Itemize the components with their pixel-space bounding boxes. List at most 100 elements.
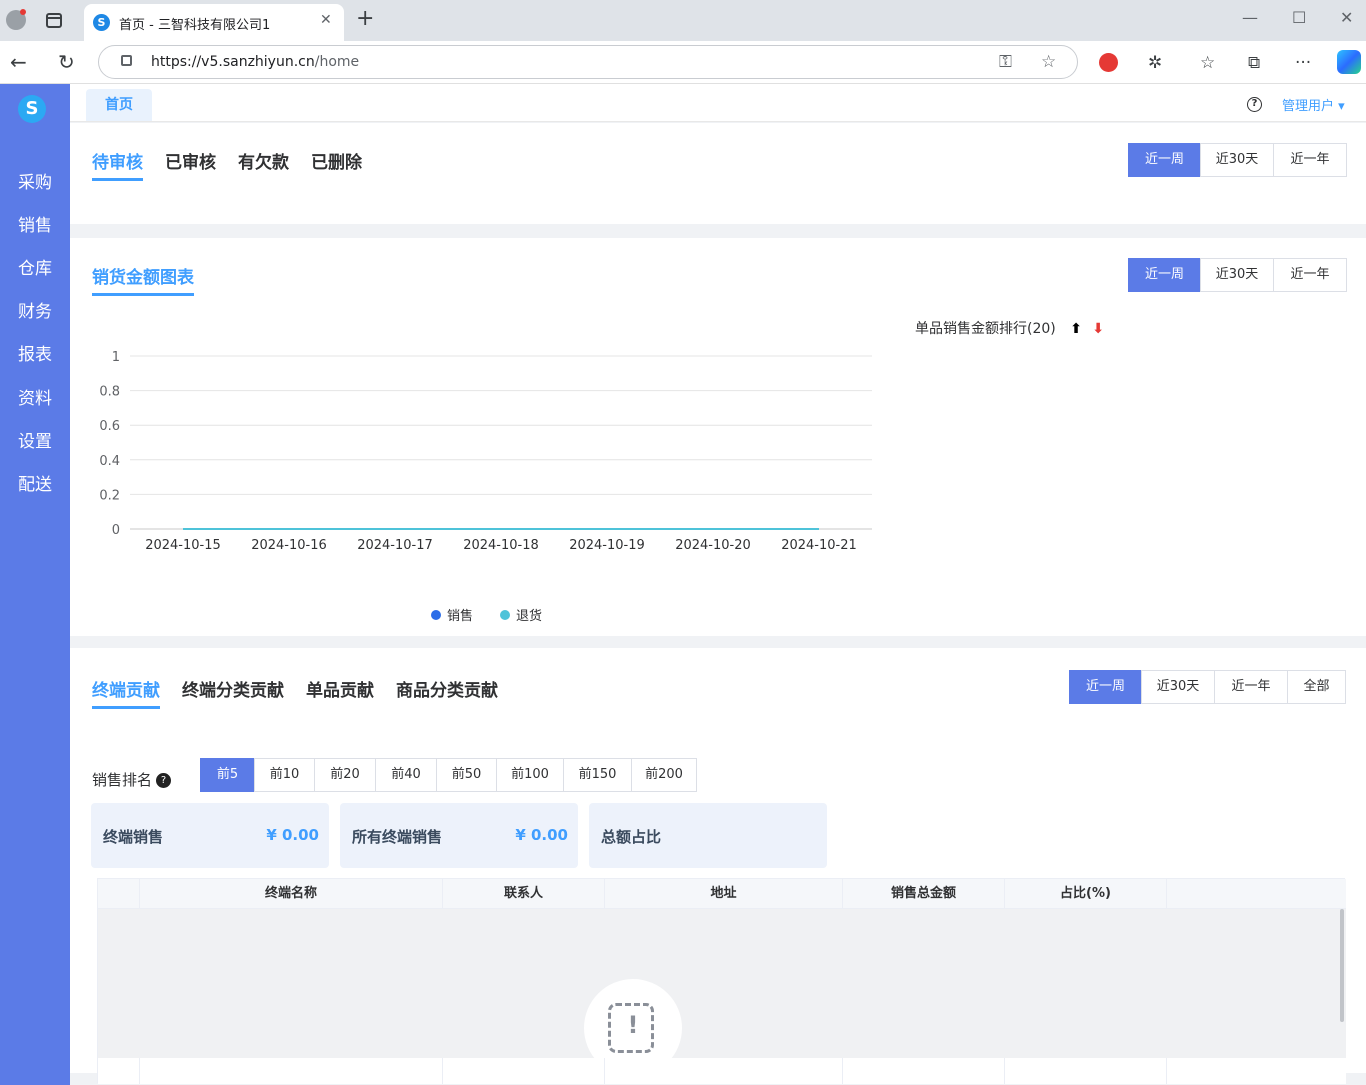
- stat-total-ratio-label: 总额占比: [601, 828, 662, 846]
- tab-actions-icon[interactable]: [46, 13, 62, 28]
- footer-cell: [443, 1058, 605, 1084]
- sidebar-item-data[interactable]: 资料: [0, 384, 70, 409]
- sidebar-item-sales[interactable]: 销售: [0, 211, 70, 236]
- stat-total-ratio: 总额占比: [589, 803, 827, 868]
- sidebar-item-warehouse[interactable]: 仓库: [0, 254, 70, 279]
- tab-pending-review[interactable]: 待审核: [92, 148, 143, 181]
- refresh-icon[interactable]: ↻: [58, 50, 75, 74]
- contribution-card: 终端贡献 终端分类贡献 单品贡献 商品分类贡献 近一周 近30天 近一年 全部 …: [70, 648, 1366, 1084]
- chart-tabs: 销货金额图表: [92, 263, 194, 296]
- period-30days-button[interactable]: 近30天: [1200, 143, 1274, 177]
- y-tick-label: 0.6: [99, 419, 120, 434]
- sidebar-item-reports[interactable]: 报表: [0, 340, 70, 365]
- period-year-button[interactable]: 近一年: [1273, 143, 1347, 177]
- app-logo-icon[interactable]: S: [18, 95, 46, 123]
- legend-sales-label: 销售: [447, 609, 474, 624]
- chart-period-week-button[interactable]: 近一周: [1128, 258, 1201, 292]
- password-key-icon[interactable]: ⚿: [999, 52, 1012, 72]
- exclamation-icon: !: [627, 1011, 639, 1039]
- tab-terminal-category-contribution[interactable]: 终端分类贡献: [182, 676, 284, 709]
- sidebar-item-delivery[interactable]: 配送: [0, 470, 70, 495]
- top-20-button[interactable]: 前20: [314, 758, 376, 792]
- x-tick-label: 2024-10-21: [781, 538, 857, 553]
- period-week-button[interactable]: 近一周: [1128, 143, 1201, 177]
- legend-returns[interactable]: 退货: [500, 605, 542, 624]
- top-200-button[interactable]: 前200: [631, 758, 697, 792]
- back-arrow-icon[interactable]: ←: [10, 50, 27, 74]
- close-window-icon[interactable]: ✕: [1340, 8, 1353, 27]
- contribution-tabs: 终端贡献 终端分类贡献 单品贡献 商品分类贡献: [92, 676, 498, 709]
- table-header-contact[interactable]: 联系人: [443, 879, 605, 909]
- top-40-button[interactable]: 前40: [375, 758, 437, 792]
- tab-home[interactable]: 首页: [86, 89, 152, 121]
- browser-tab-bar: S 首页 - 三智科技有限公司1 ✕ + — ☐ ✕: [0, 0, 1366, 41]
- footer-cell: [1005, 1058, 1167, 1084]
- x-tick-label: 2024-10-16: [251, 538, 327, 553]
- chart-period-year-button[interactable]: 近一年: [1273, 258, 1347, 292]
- tab-product-contribution[interactable]: 单品贡献: [306, 676, 374, 709]
- sidebar-item-finance[interactable]: 财务: [0, 297, 70, 322]
- browser-tab-title: 首页 - 三智科技有限公司1: [119, 18, 271, 33]
- more-menu-icon[interactable]: ···: [1295, 53, 1311, 73]
- copilot-icon[interactable]: [1337, 50, 1361, 74]
- table-header-ratio[interactable]: 占比(%): [1005, 879, 1167, 909]
- table-scrollbar[interactable]: [1340, 909, 1344, 1022]
- review-tabs: 待审核 已审核 有欠款 已删除: [92, 148, 362, 181]
- site-favicon-icon: S: [93, 14, 110, 31]
- contrib-period-all-button[interactable]: 全部: [1287, 670, 1346, 704]
- help-question-icon[interactable]: ?: [156, 773, 172, 788]
- contrib-period-30days-button[interactable]: 近30天: [1141, 670, 1215, 704]
- table-header-row: 终端名称 联系人 地址 销售总金额 占比(%): [98, 879, 1346, 909]
- footer-cell: [140, 1058, 443, 1084]
- sales-line-chart: 0 0.2 0.4 0.6 0.8 1 2024-10-15 2024-10-16 2024-1…: [99, 350, 872, 553]
- user-menu[interactable]: 管理用户 ▾: [1282, 95, 1345, 114]
- product-rank-label: 单品销售金额排行(20): [915, 321, 1056, 337]
- address-bar[interactable]: https://v5.sanzhiyun.cn/home ⚿ ☆: [98, 45, 1078, 79]
- table-header-total-sales[interactable]: 销售总金额: [843, 879, 1005, 909]
- top-100-button[interactable]: 前100: [496, 758, 564, 792]
- chart-period-30days-button[interactable]: 近30天: [1200, 258, 1274, 292]
- table-header-address[interactable]: 地址: [605, 879, 843, 909]
- favorites-icon[interactable]: ☆: [1200, 53, 1215, 73]
- top-10-button[interactable]: 前10: [254, 758, 315, 792]
- favorite-star-icon[interactable]: ☆: [1041, 52, 1056, 72]
- chart-period-selector: 近一周 近30天 近一年: [1128, 258, 1347, 292]
- sidebar-item-settings[interactable]: 设置: [0, 427, 70, 452]
- tab-reviewed[interactable]: 已审核: [165, 148, 216, 181]
- sidebar-item-purchase[interactable]: 采购: [0, 168, 70, 193]
- new-tab-icon[interactable]: +: [356, 8, 374, 30]
- profile-notification-dot: [20, 9, 26, 15]
- y-tick-label: 1: [112, 350, 120, 365]
- extensions-puzzle-icon[interactable]: ✲: [1148, 53, 1162, 73]
- app-sidebar: S 采购 销售 仓库 财务 报表 资料 设置 配送: [0, 84, 70, 1085]
- top-5-button[interactable]: 前5: [200, 758, 255, 792]
- minimize-icon[interactable]: —: [1242, 8, 1258, 27]
- x-tick-label: 2024-10-18: [463, 538, 539, 553]
- tab-terminal-contribution[interactable]: 终端贡献: [92, 676, 160, 709]
- stat-all-terminal-sales-value: ¥ 0.00: [515, 826, 568, 844]
- lock-icon: [121, 55, 132, 66]
- x-tick-label: 2024-10-15: [145, 538, 221, 553]
- contrib-period-year-button[interactable]: 近一年: [1214, 670, 1288, 704]
- help-icon[interactable]: ?: [1247, 97, 1262, 112]
- collections-icon[interactable]: ⧉: [1248, 53, 1260, 73]
- product-rank-title: 单品销售金额排行(20) ⬆ ⬇: [915, 318, 1104, 338]
- tab-deleted[interactable]: 已删除: [311, 148, 362, 181]
- legend-sales[interactable]: 销售: [431, 605, 473, 624]
- tab-in-debt[interactable]: 有欠款: [238, 148, 289, 181]
- sort-ascending-icon[interactable]: ⬆: [1070, 321, 1082, 337]
- sort-descending-icon[interactable]: ⬇: [1092, 321, 1104, 337]
- maximize-icon[interactable]: ☐: [1292, 8, 1306, 27]
- browser-tab[interactable]: S 首页 - 三智科技有限公司1 ✕: [84, 4, 344, 41]
- tab-sales-amount-chart[interactable]: 销货金额图表: [92, 263, 194, 296]
- stat-terminal-sales-value: ¥ 0.00: [266, 826, 319, 844]
- sales-rank-label: 销售排名?: [92, 769, 172, 790]
- extension-adblock-icon[interactable]: [1099, 53, 1118, 72]
- top-50-button[interactable]: 前50: [436, 758, 497, 792]
- top-150-button[interactable]: 前150: [563, 758, 632, 792]
- tab-product-category-contribution[interactable]: 商品分类贡献: [396, 676, 498, 709]
- close-tab-icon[interactable]: ✕: [320, 12, 332, 28]
- contrib-period-week-button[interactable]: 近一周: [1069, 670, 1142, 704]
- table-header-extra: [1167, 879, 1346, 909]
- table-header-terminal-name[interactable]: 终端名称: [140, 879, 443, 909]
